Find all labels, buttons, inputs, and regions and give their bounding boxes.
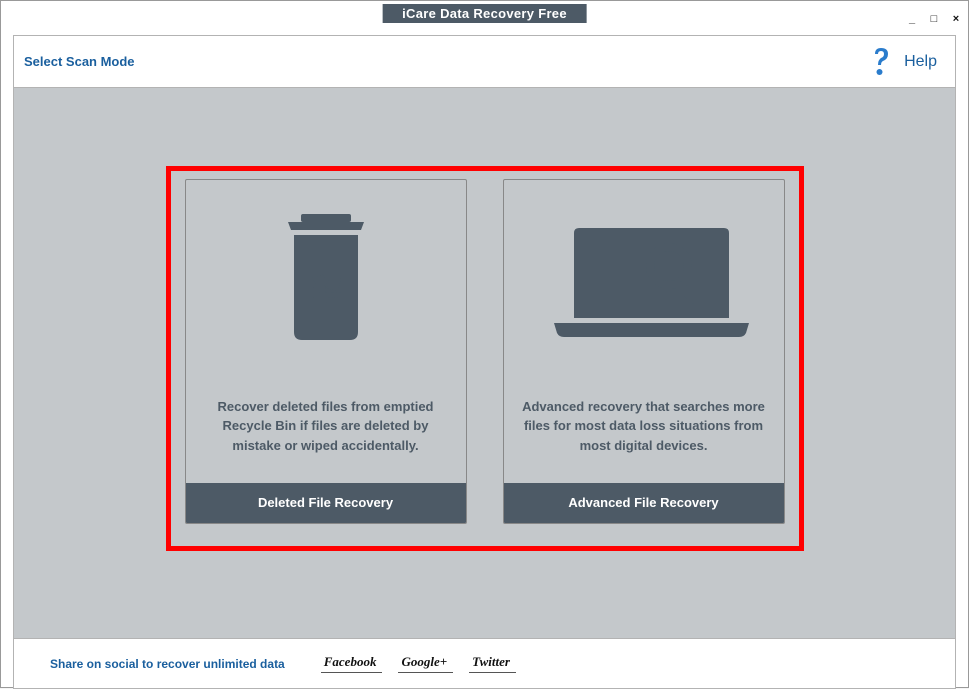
main-area: Recover deleted files from emptied Recyc… [14, 88, 955, 628]
help-icon [866, 46, 894, 78]
minimize-button[interactable]: _ [906, 13, 918, 25]
main-panel: Select Scan Mode Help [13, 35, 956, 689]
maximize-button[interactable]: □ [928, 13, 940, 25]
titlebar: iCare Data Recovery Free _ □ × [1, 1, 968, 25]
deleted-recovery-description: Recover deleted files from emptied Recyc… [186, 370, 466, 483]
help-label: Help [904, 53, 937, 71]
panel-header: Select Scan Mode Help [14, 36, 955, 88]
facebook-link[interactable]: Facebook [321, 654, 383, 673]
app-window: iCare Data Recovery Free _ □ × Select Sc… [0, 0, 969, 688]
window-controls: _ □ × [906, 13, 962, 25]
twitter-link[interactable]: Twitter [469, 654, 516, 673]
advanced-recovery-title: Advanced File Recovery [504, 483, 784, 523]
advanced-file-recovery-card[interactable]: Advanced recovery that searches more fil… [503, 179, 785, 524]
recycle-bin-icon [186, 180, 466, 370]
close-button[interactable]: × [950, 13, 962, 25]
help-button[interactable]: Help [866, 46, 937, 78]
app-title: iCare Data Recovery Free [382, 4, 587, 23]
page-title: Select Scan Mode [24, 54, 135, 69]
laptop-search-icon [504, 180, 784, 370]
share-message: Share on social to recover unlimited dat… [50, 657, 285, 671]
deleted-recovery-title: Deleted File Recovery [186, 483, 466, 523]
googleplus-link[interactable]: Google+ [398, 654, 453, 673]
advanced-recovery-description: Advanced recovery that searches more fil… [504, 370, 784, 483]
deleted-file-recovery-card[interactable]: Recover deleted files from emptied Recyc… [185, 179, 467, 524]
footer: Share on social to recover unlimited dat… [14, 638, 955, 688]
scan-mode-highlight: Recover deleted files from emptied Recyc… [166, 166, 804, 551]
social-links: Facebook Google+ Twitter [321, 654, 516, 673]
